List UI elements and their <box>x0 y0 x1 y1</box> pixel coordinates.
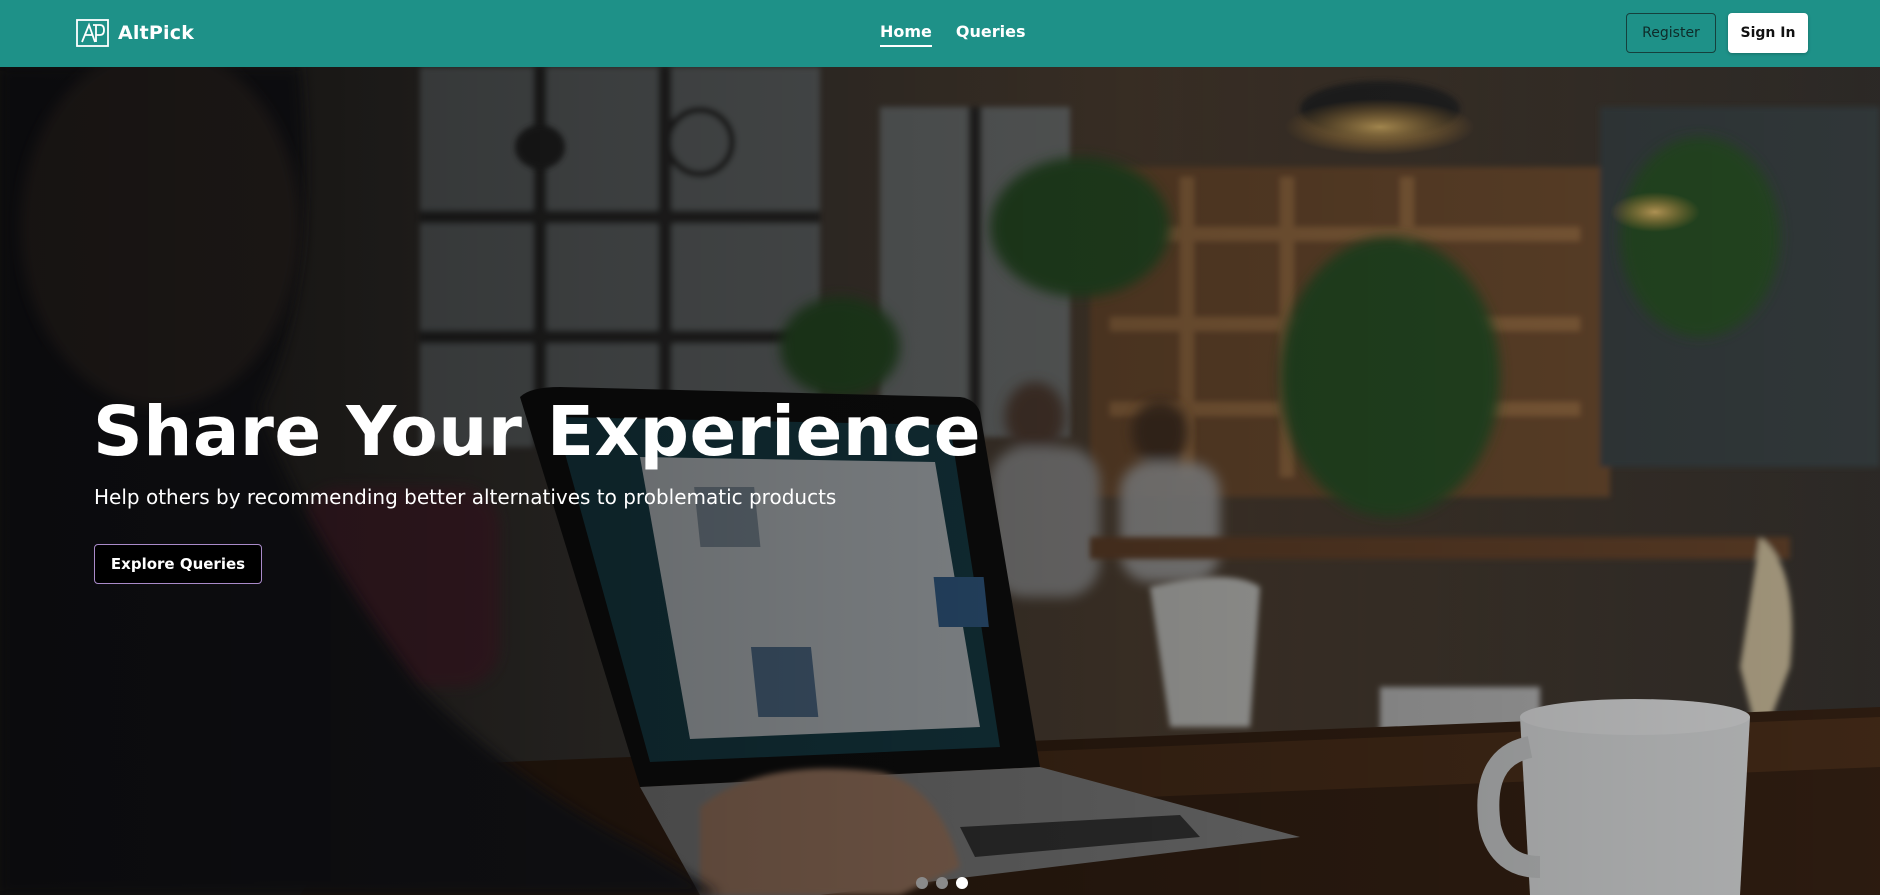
hero-title: Share Your Experience <box>93 392 982 472</box>
sign-in-button[interactable]: Sign In <box>1728 13 1808 53</box>
carousel-indicators <box>916 877 968 889</box>
nav-link-home[interactable]: Home <box>880 22 932 47</box>
brand-name: AltPick <box>118 22 195 44</box>
brand[interactable]: AltPick <box>76 19 194 47</box>
carousel-dot-1[interactable] <box>916 877 928 889</box>
navbar: AltPick Home Queries Register Sign In <box>0 0 1880 67</box>
register-button[interactable]: Register <box>1626 13 1716 53</box>
hero-section: Share Your Experience Help others by rec… <box>0 67 1880 895</box>
carousel-dot-2[interactable] <box>936 877 948 889</box>
altpick-logo-icon <box>76 19 109 47</box>
nav-link-queries[interactable]: Queries <box>956 22 1026 45</box>
main-nav: Home Queries <box>880 0 1026 67</box>
explore-queries-button[interactable]: Explore Queries <box>94 544 262 584</box>
hero-subtitle: Help others by recommending better alter… <box>94 485 837 509</box>
hero-overlay <box>0 67 1880 895</box>
carousel-dot-3[interactable] <box>956 877 968 889</box>
